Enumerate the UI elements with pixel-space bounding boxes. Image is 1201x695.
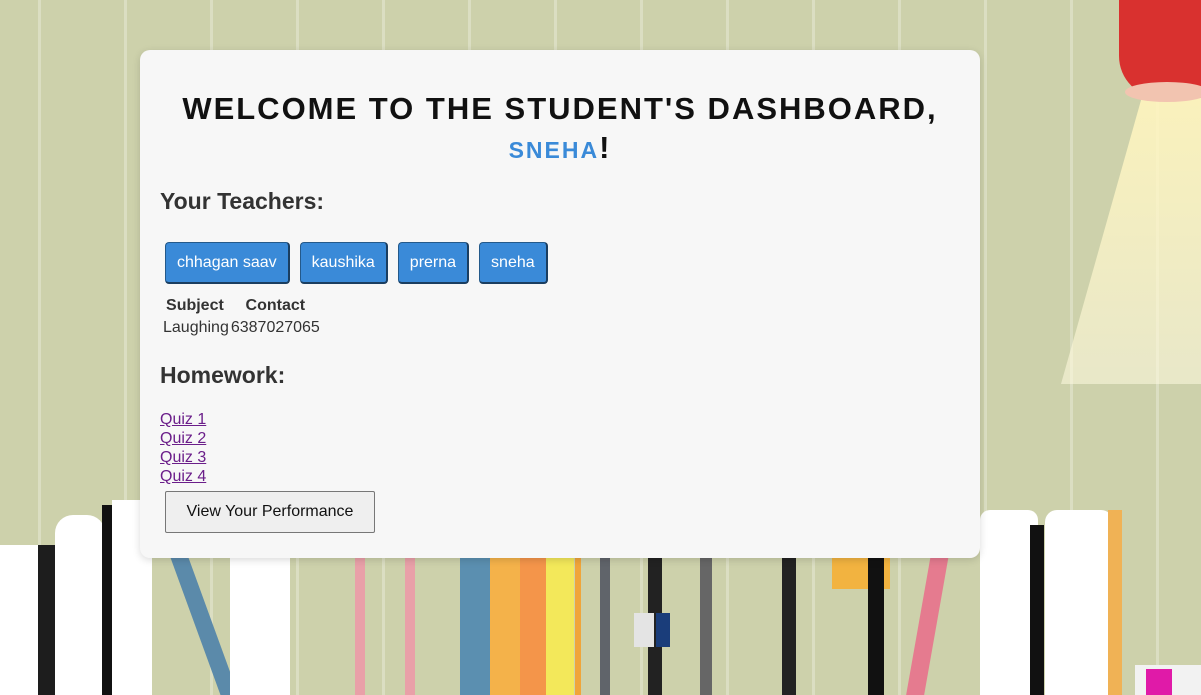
column-header-subject: Subject bbox=[166, 297, 224, 314]
teacher-button-kaushika[interactable]: kaushika bbox=[299, 242, 388, 284]
lamp-rim bbox=[1125, 82, 1201, 102]
exclamation-mark: ! bbox=[599, 130, 612, 165]
welcome-heading: WELCOME TO THE STUDENT'S DASHBOARD, bbox=[182, 91, 938, 126]
homework-links: Quiz 1 Quiz 2 Quiz 3 Quiz 4 bbox=[160, 410, 206, 486]
quiz-3-link[interactable]: Quiz 3 bbox=[160, 448, 206, 467]
quiz-1-link[interactable]: Quiz 1 bbox=[160, 410, 206, 429]
teachers-heading: Your Teachers: bbox=[160, 188, 325, 214]
column-header-contact: Contact bbox=[245, 297, 306, 314]
teacher-button-prerna[interactable]: prerna bbox=[397, 242, 470, 284]
dashboard-panel: WELCOME TO THE STUDENT'S DASHBOARD, SNEH… bbox=[140, 50, 980, 558]
homework-heading: Homework: bbox=[160, 362, 286, 388]
contact-cell: 6387027065 bbox=[230, 319, 320, 336]
table-header-row: Subject Contact bbox=[160, 295, 321, 317]
quiz-4-link[interactable]: Quiz 4 bbox=[160, 467, 206, 486]
subject-cell: Laughing bbox=[163, 319, 229, 336]
page-title: WELCOME TO THE STUDENT'S DASHBOARD, SNEH… bbox=[140, 90, 980, 170]
teacher-button-sneha[interactable]: sneha bbox=[479, 242, 548, 284]
view-performance-button[interactable]: View Your Performance bbox=[165, 491, 375, 533]
student-name: SNEHA bbox=[508, 137, 600, 163]
teacher-button-chhagan-saav[interactable]: chhagan saav bbox=[165, 242, 290, 284]
quiz-2-link[interactable]: Quiz 2 bbox=[160, 429, 206, 448]
table-row: Laughing 6387027065 bbox=[160, 317, 321, 339]
teacher-button-row: chhagan saav kaushika prerna sneha bbox=[165, 242, 548, 284]
teacher-info-table: Subject Contact Laughing 6387027065 bbox=[160, 295, 321, 339]
